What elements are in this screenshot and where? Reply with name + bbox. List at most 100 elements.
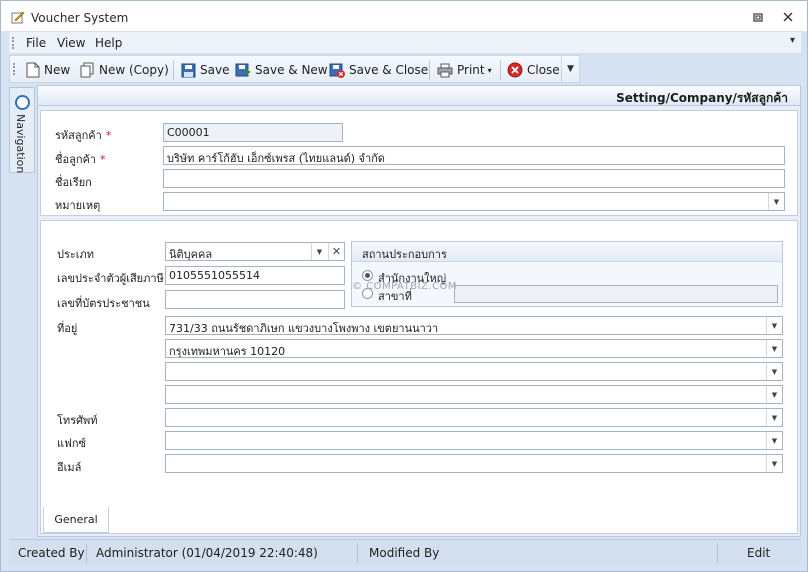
fax-field[interactable]: ▼ [165,431,783,450]
menu-customize-icon[interactable]: ▾ [790,35,795,46]
required-mark: * [105,129,112,142]
navigation-panel-tab[interactable]: Navigation [9,87,35,173]
customer-code-field[interactable]: C00001 [163,123,343,142]
branch-field[interactable] [454,285,778,303]
navigation-label: Navigation [14,114,27,174]
toolbar-separator [429,60,430,80]
address-line-1[interactable]: 731/33 ถนนรัชดาภิเษก แขวงบางโพงพาง เขตยา… [165,316,783,335]
address-line-2-value: กรุงเทพมหานคร 10120 [169,345,286,358]
new-button[interactable]: New [26,61,70,79]
customer-code-label: รหัสลูกค้า * [55,129,112,142]
type-label: ประเภท [57,248,95,261]
menu-grip[interactable] [12,37,14,49]
save-new-label: Save & New [255,63,328,77]
required-mark: * [100,153,106,166]
save-label: Save [200,63,230,77]
printer-icon [437,63,453,77]
clear-icon[interactable]: ✕ [328,243,344,260]
chevron-down-icon[interactable]: ▼ [766,409,782,426]
email-label: อีเมล์ [57,461,82,474]
phone-label: โทรศัพท์ [57,414,98,427]
chevron-down-icon[interactable]: ▼ [766,340,782,357]
toolbar-grip[interactable] [13,63,15,75]
print-label: Print [457,63,485,77]
status-separator [86,543,87,563]
toolbar-options-button[interactable]: ▼ [561,56,579,82]
menu-view[interactable]: View [57,36,85,50]
alias-label: ชื่อเรียก [55,176,92,189]
address-line-3[interactable]: ▼ [165,362,783,381]
toolbar: New New (Copy) Save Save & New Save & Cl… [9,55,580,83]
head-office-radio[interactable] [362,270,373,281]
new-document-icon [26,62,40,78]
phone-field[interactable]: ▼ [165,408,783,427]
establishment-group-header: สถานประกอบการ [352,242,782,262]
save-close-label: Save & Close [349,63,429,77]
print-button[interactable]: Print ▾ [437,61,492,79]
restore-button[interactable] [751,10,765,24]
address-line-2[interactable]: กรุงเทพมหานคร 10120 ▼ [165,339,783,358]
copy-icon [80,62,94,78]
new-copy-label: New (Copy) [99,63,169,77]
customer-name-label: ชื่อลูกค้า * [55,153,106,166]
breadcrumb: Setting/Company/รหัสลูกค้า [616,91,788,105]
chevron-down-icon[interactable]: ▼ [311,243,327,260]
note-label: หมายเหตุ [55,199,101,212]
taxid-label: เลขประจำตัวผู้เสียภาษี [57,272,164,285]
customer-panel: รหัสลูกค้า * C00001 ชื่อลูกค้า * บริษัท คา… [40,110,798,216]
chevron-down-icon[interactable]: ▼ [766,363,782,380]
breadcrumb-bar: Setting/Company/รหัสลูกค้า [38,86,800,106]
menu-help[interactable]: Help [95,36,122,50]
title-bar: Voucher System [1,1,807,31]
idcard-label: เลขที่บัตรประชาชน [57,297,150,310]
save-close-icon [329,63,345,78]
type-select[interactable]: นิติบุคคล ▼ ✕ [165,242,345,261]
close-icon [783,12,793,22]
new-copy-button[interactable]: New (Copy) [80,61,169,79]
window-title: Voucher System [31,11,129,25]
watermark: © COMPATBIZ.COM [352,281,458,292]
idcard-field[interactable] [165,290,345,309]
toolbar-separator [173,60,174,80]
chevron-down-icon[interactable]: ▼ [766,317,782,334]
chevron-down-icon[interactable]: ▼ [766,386,782,403]
toolbar-separator [500,60,501,80]
general-tab-panel: ประเภท นิติบุคคล ▼ ✕ เลขประจำตัวผู้เสียภ… [40,220,798,534]
main-window: Voucher System File View Help ▾ New New … [0,0,808,572]
chevron-down-icon[interactable]: ▼ [766,455,782,472]
menu-bar: File View Help ▾ [9,32,801,54]
alias-field[interactable] [163,169,785,188]
save-button[interactable]: Save [181,61,229,79]
save-new-icon [235,63,250,76]
restore-icon [753,13,763,22]
mode-indicator: Edit [747,546,771,560]
print-dropdown-icon[interactable]: ▾ [488,66,492,75]
address-label: ที่อยู่ [57,322,78,335]
establishment-group: สถานประกอบการ สำนักงานใหญ่ สาขาที่ [351,241,783,307]
close-button[interactable]: Close [507,61,560,79]
address-line-4[interactable]: ▼ [165,385,783,404]
created-by-label: Created By [18,546,85,560]
content-area: Setting/Company/รหัสลูกค้า รหัสลูกค้า * C… [37,85,801,537]
save-new-button[interactable]: Save & New [235,61,328,79]
establishment-title: สถานประกอบการ [362,248,447,261]
close-window-button[interactable] [781,10,795,24]
save-icon [181,63,196,77]
email-field[interactable]: ▼ [165,454,783,473]
status-separator [717,543,718,563]
new-label: New [44,63,71,77]
chevron-down-icon[interactable]: ▼ [766,432,782,449]
save-close-button[interactable]: Save & Close [329,61,428,79]
customer-name-field[interactable]: บริษัท คาร์โก้ฮับ เอ็กซ์เพรส (ไทยแลนด์) … [163,146,785,165]
menu-file[interactable]: File [26,36,46,50]
fax-label: แฟกซ์ [57,437,87,450]
created-by-value: Administrator (01/04/2019 22:40:48) [96,546,318,560]
chevron-down-icon[interactable]: ▼ [768,193,784,210]
close-label: Close [527,63,560,77]
address-line-1-value: 731/33 ถนนรัชดาภิเษก แขวงบางโพงพาง เขตยา… [169,322,439,335]
status-bar: Created By Administrator (01/04/2019 22:… [9,539,801,565]
note-field[interactable]: ▼ [163,192,785,211]
app-logo-icon [11,11,25,24]
taxid-field[interactable]: 0105551055514 [165,266,345,285]
tab-general[interactable]: General [43,507,109,533]
